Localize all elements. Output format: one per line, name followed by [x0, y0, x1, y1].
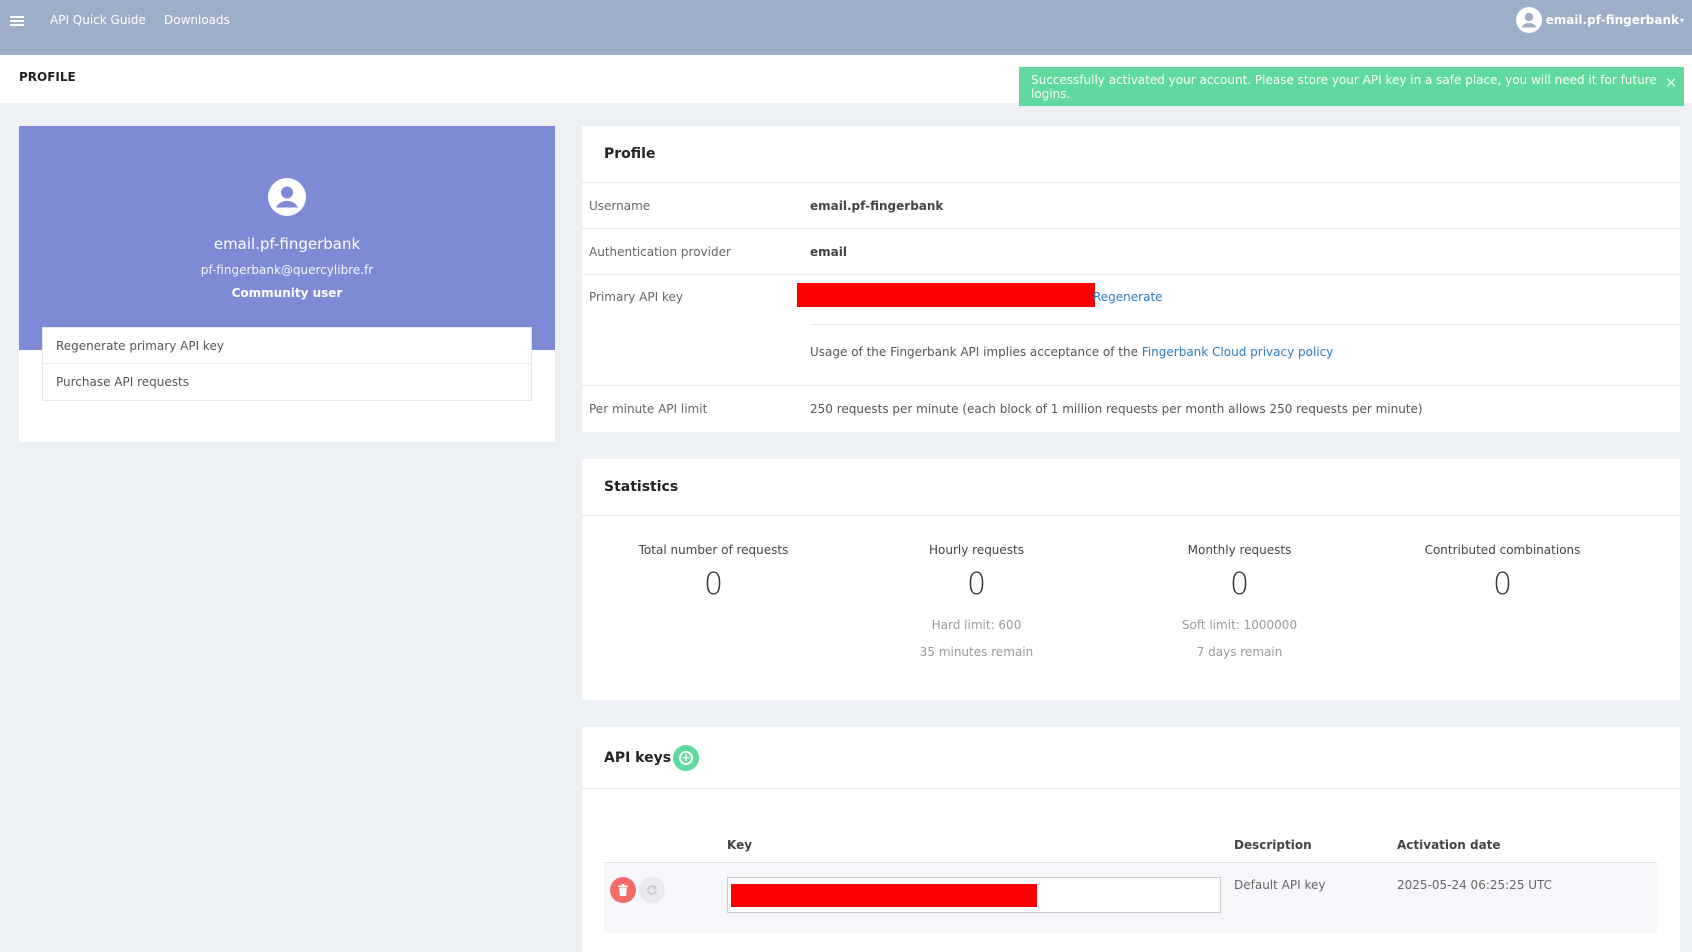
profile-card-header: Profile — [582, 126, 1680, 183]
trash-icon — [618, 884, 628, 896]
auth-provider-value: email — [810, 244, 847, 259]
api-limit-label: Per minute API limit — [589, 402, 708, 416]
statistics-card-title: Statistics — [604, 479, 679, 495]
column-header-key: Key — [727, 837, 753, 852]
stat-value: 0 — [966, 567, 987, 602]
profile-actions-menu: Regenerate primary API key Purchase API … — [42, 327, 532, 401]
stat-hourly-requests: Hourly requests 0 Hard limit: 600 35 min… — [845, 516, 1108, 701]
stat-limit: Soft limit: 1000000 — [1181, 618, 1298, 632]
profile-summary-card: email.pf-fingerbank pf-fingerbank@quercy… — [19, 126, 555, 442]
divider — [810, 324, 1680, 325]
api-limit-value: 250 requests per minute (each block of 1… — [810, 402, 1423, 416]
profile-username: email.pf-fingerbank — [213, 235, 361, 253]
hamburger-menu-icon[interactable] — [10, 16, 24, 27]
stat-contributed-combinations: Contributed combinations 0 — [1371, 516, 1634, 701]
stat-label: Hourly requests — [928, 543, 1025, 557]
menu-item-purchase-api-requests[interactable]: Purchase API requests — [43, 364, 531, 400]
nav-link-api-quick-guide[interactable]: API Quick Guide — [50, 13, 146, 27]
add-api-key-button[interactable]: + — [673, 744, 700, 771]
top-navbar: API Quick Guide Downloads email.pf-finge… — [0, 0, 1692, 55]
api-keys-card: API keys + Key Description Activation da… — [582, 727, 1680, 952]
api-usage-notice: Usage of the Fingerbank API implies acce… — [810, 345, 1333, 359]
stat-time-remaining: 35 minutes remain — [919, 645, 1034, 659]
api-keys-card-title: API keys — [604, 749, 672, 766]
key-activation-date: 2025-05-24 06:25:25 UTC — [1397, 878, 1553, 892]
refresh-key-button[interactable] — [639, 877, 665, 903]
refresh-icon — [647, 885, 657, 895]
profile-row-auth-provider: Authentication provider email — [582, 229, 1680, 275]
user-menu-dropdown[interactable]: email.pf-fingerbank ▾ — [1515, 7, 1684, 33]
api-usage-text: Usage of the Fingerbank API implies acce… — [810, 345, 1138, 359]
stat-total-requests: Total number of requests 0 — [582, 516, 845, 701]
profile-row-api-key: Primary API key Regenerate Usage of the … — [582, 275, 1680, 386]
stat-limit: Hard limit: 600 — [931, 618, 1022, 632]
profile-hero: email.pf-fingerbank pf-fingerbank@quercy… — [19, 126, 555, 350]
success-toast: Successfully activated your account. Ple… — [1019, 67, 1684, 106]
redacted-api-key — [731, 884, 1037, 907]
auth-provider-label: Authentication provider — [589, 244, 731, 259]
api-keys-table: Key Description Activation date Default … — [604, 827, 1657, 933]
privacy-policy-link[interactable]: Fingerbank Cloud privacy policy — [1142, 345, 1334, 359]
username-value: email.pf-fingerbank — [810, 198, 944, 213]
key-description: Default API key — [1234, 878, 1326, 892]
profile-card-title: Profile — [604, 146, 656, 162]
profile-row-api-limit: Per minute API limit 250 requests per mi… — [582, 386, 1680, 432]
table-header: Key Description Activation date — [604, 827, 1657, 863]
user-avatar-icon — [1515, 7, 1542, 33]
stat-monthly-requests: Monthly requests 0 Soft limit: 1000000 7… — [1108, 516, 1371, 701]
nav-link-downloads[interactable]: Downloads — [164, 13, 230, 27]
stat-value: 0 — [1229, 567, 1250, 602]
profile-row-username: Username email.pf-fingerbank — [582, 183, 1680, 229]
stat-value: 0 — [703, 567, 724, 602]
menu-item-regenerate-api-key[interactable]: Regenerate primary API key — [43, 328, 531, 364]
delete-key-button[interactable] — [610, 877, 636, 903]
username-label: Username — [589, 198, 651, 213]
close-icon[interactable]: × — [1665, 75, 1677, 91]
statistics-card-header: Statistics — [582, 459, 1680, 516]
profile-role: Community user — [231, 286, 343, 300]
statistics-card: Statistics Total number of requests 0 Ho… — [582, 459, 1680, 700]
column-header-activation-date: Activation date — [1397, 837, 1501, 852]
user-menu-label: email.pf-fingerbank — [1545, 13, 1679, 27]
stat-time-remaining: 7 days remain — [1196, 645, 1283, 659]
column-header-description: Description — [1234, 837, 1312, 852]
profile-card: Profile Username email.pf-fingerbank Aut… — [582, 126, 1680, 432]
api-key-field[interactable] — [727, 877, 1221, 913]
redacted-api-key — [797, 283, 1095, 307]
regenerate-link[interactable]: Regenerate — [1093, 290, 1163, 304]
stat-label: Monthly requests — [1187, 543, 1292, 557]
caret-down-icon: ▾ — [1679, 15, 1684, 25]
stat-label: Total number of requests — [638, 543, 789, 557]
toast-message: Successfully activated your account. Ple… — [1031, 72, 1657, 101]
user-avatar-icon — [268, 178, 306, 216]
api-key-label: Primary API key — [589, 290, 683, 304]
api-keys-card-header: API keys + — [582, 727, 1680, 789]
profile-email: pf-fingerbank@quercylibre.fr — [200, 263, 374, 277]
stat-value: 0 — [1492, 567, 1513, 602]
statistics-grid: Total number of requests 0 Hourly reques… — [582, 516, 1680, 701]
stat-label: Contributed combinations — [1424, 543, 1581, 557]
page-title: PROFILE — [19, 70, 76, 84]
table-row: Default API key 2025-05-24 06:25:25 UTC — [604, 863, 1657, 933]
plus-icon: + — [679, 750, 694, 765]
